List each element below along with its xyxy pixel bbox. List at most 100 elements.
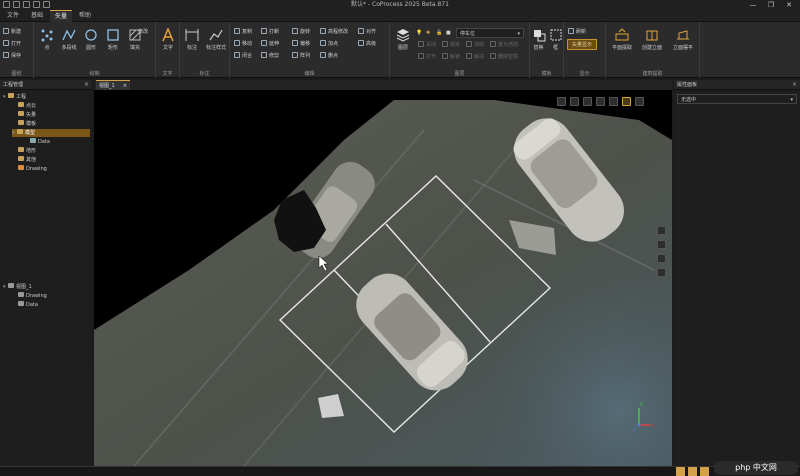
tree-item-view1[interactable]: ▾ 视图_1	[3, 283, 32, 291]
group-label-drawing: 图纸	[11, 71, 22, 77]
polyline-button[interactable]: 多段线	[58, 25, 80, 51]
tree-item-other[interactable]: 其他	[18, 156, 36, 164]
rotate-view-icon[interactable]	[657, 268, 666, 277]
layer-off-button[interactable]: 关闭	[418, 40, 436, 50]
tree-item-data[interactable]: Data	[30, 138, 50, 146]
modify-button[interactable]: 修改	[138, 27, 148, 37]
plane-extract-button[interactable]: 平面提取	[608, 25, 636, 51]
sync-view-icon[interactable]	[570, 97, 579, 106]
point-cloud-render[interactable]: y x z	[94, 80, 672, 467]
tab-help[interactable]: 帮助	[74, 10, 96, 22]
properties-header: 属性面板 ×	[674, 80, 800, 90]
create-facade-label: 创建立面	[641, 45, 662, 51]
polyline-icon	[62, 29, 76, 41]
tree-item-project[interactable]: ▾ 工程	[3, 93, 26, 101]
offset-button[interactable]: 偏移	[292, 39, 310, 49]
create-facade-button[interactable]: 创建立面	[638, 25, 666, 51]
refresh-button[interactable]: 刷新	[568, 27, 586, 37]
panel-close-icon[interactable]: ×	[84, 80, 89, 90]
zoom-extent-icon[interactable]	[657, 254, 666, 263]
selection-dropdown[interactable]: 无选中 ▾	[677, 94, 797, 104]
extend-button[interactable]: 延伸	[261, 39, 279, 49]
current-layer-select[interactable]: 停车位 ▾	[456, 28, 524, 38]
delete-empty-layers-button[interactable]: 删除空层	[490, 52, 518, 62]
dimension-button[interactable]: 标注	[181, 25, 203, 51]
tree-item-view-data-label: Data	[26, 302, 38, 308]
tree-item-view-drawing[interactable]: Drawing	[18, 292, 47, 300]
measure-icon[interactable]	[657, 226, 666, 235]
minimize-button[interactable]: —	[744, 0, 762, 10]
new-button[interactable]: 新建	[3, 27, 21, 37]
close-button[interactable]: ✕	[780, 0, 798, 10]
new-file-icon[interactable]	[13, 1, 20, 8]
layer-on-button[interactable]: 打开	[418, 52, 436, 62]
replace-button[interactable]: 替换	[530, 25, 547, 51]
trim-button[interactable]: 修剪	[261, 51, 279, 61]
vector-display-toggle[interactable]: 矢量显示	[567, 39, 598, 50]
open-button[interactable]: 打开	[3, 39, 21, 49]
settings-icon[interactable]	[596, 97, 605, 106]
tab-basic[interactable]: 基础	[26, 10, 48, 22]
tree-item-vector[interactable]: 矢量	[18, 111, 36, 119]
rectangle-button[interactable]: 矩形	[102, 25, 124, 51]
elevation-edit-button[interactable]: 高程修改	[320, 27, 348, 37]
save-file-icon[interactable]	[33, 1, 40, 8]
layer-unlock-button[interactable]: 解锁	[442, 52, 460, 62]
layer-thaw-button[interactable]: 解冻	[466, 52, 484, 62]
tree-item-other-label: 其他	[26, 157, 37, 163]
layer-sun-icon[interactable]: ✺	[426, 28, 430, 38]
layer-lock-button[interactable]: 锁定	[442, 40, 460, 50]
frame-button[interactable]: 框	[547, 25, 564, 51]
tree-item-pointcloud[interactable]: 点云	[18, 102, 36, 110]
tree-item-terrain[interactable]: 地形	[18, 147, 36, 155]
flatten-facade-button[interactable]: 立面摆平	[668, 25, 698, 51]
elevation-edit-label: 高程修改	[328, 29, 349, 35]
light-icon[interactable]	[583, 97, 592, 106]
properties-panel: 属性面板 × 无选中 ▾	[674, 80, 800, 466]
dimension-style-icon	[209, 29, 223, 41]
add-point-button[interactable]: 加点	[320, 39, 338, 49]
select-icon[interactable]	[657, 240, 666, 249]
layout-icon[interactable]	[622, 97, 631, 106]
split-view-icon[interactable]	[635, 97, 644, 106]
3d-viewport[interactable]: y x z	[94, 80, 672, 467]
copy-button[interactable]: 复制	[234, 27, 252, 37]
undo-icon[interactable]	[43, 1, 50, 8]
tree-item-drawing[interactable]: Drawing	[18, 165, 47, 173]
point-button[interactable]: 点	[36, 25, 58, 51]
array-button[interactable]: 阵列	[292, 51, 310, 61]
layer-bulb-icon[interactable]: 💡	[416, 28, 422, 38]
status-snap-icon[interactable]	[676, 467, 685, 476]
set-current-button[interactable]: 置为当前	[490, 40, 518, 50]
tab-close-icon[interactable]: ×	[123, 81, 127, 91]
move-button[interactable]: 移动	[234, 39, 252, 49]
tree-item-view-data[interactable]: Data	[18, 301, 38, 309]
maximize-button[interactable]: ❐	[762, 0, 780, 10]
folder-icon	[8, 93, 14, 98]
close-shape-button[interactable]: 闭合	[234, 51, 252, 61]
panel-close-icon[interactable]: ×	[792, 80, 797, 90]
tree-item-model[interactable]: ▾ 模型	[12, 129, 90, 137]
rotate-button[interactable]: 旋转	[292, 27, 310, 37]
tab-vector[interactable]: 矢量	[50, 10, 72, 22]
circle-button[interactable]: 圆形	[80, 25, 102, 51]
status-grid-icon[interactable]	[688, 467, 697, 476]
display-icon[interactable]	[609, 97, 618, 106]
text-button[interactable]: 文字	[157, 25, 179, 51]
tab-view1[interactable]: 视图_1 ×	[96, 80, 130, 90]
view-mode-icon[interactable]	[557, 97, 566, 106]
advanced-button[interactable]: 高级	[358, 39, 376, 49]
delete-point-button[interactable]: 删点	[320, 51, 338, 61]
layer-lock-icon[interactable]: 🔓	[436, 28, 442, 38]
tab-file[interactable]: 文件	[2, 10, 24, 22]
dimension-style-button[interactable]: 标注样式	[203, 25, 229, 51]
align-button[interactable]: 对齐	[358, 27, 376, 37]
layer-button[interactable]: 图层	[392, 25, 414, 51]
save-button[interactable]: 保存	[3, 51, 21, 61]
status-ortho-icon[interactable]	[700, 467, 709, 476]
tree-item-template[interactable]: 模板	[18, 120, 36, 128]
open-file-icon[interactable]	[23, 1, 30, 8]
layer-freeze-button[interactable]: 冻结	[466, 40, 484, 50]
break-button[interactable]: 打断	[261, 27, 279, 37]
layer-color-icon[interactable]: ■	[446, 28, 451, 38]
